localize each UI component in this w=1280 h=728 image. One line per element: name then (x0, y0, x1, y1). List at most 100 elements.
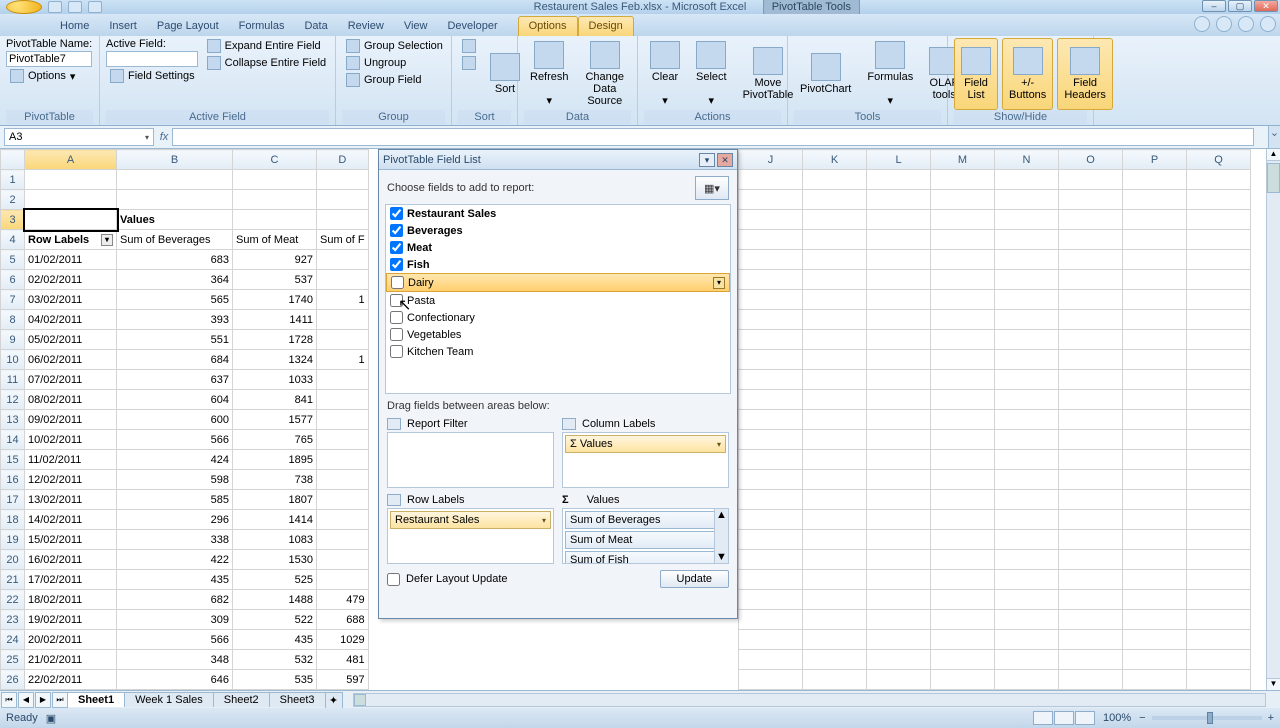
cell[interactable]: 1324 (233, 350, 317, 370)
cell[interactable] (1123, 230, 1187, 250)
cell[interactable] (1123, 430, 1187, 450)
clear-button[interactable]: Clear▾ (644, 38, 686, 110)
cell[interactable] (1187, 510, 1251, 530)
row-header[interactable]: 20 (1, 550, 25, 570)
cell[interactable] (1059, 210, 1123, 230)
cell[interactable] (803, 270, 867, 290)
sum-meat-header[interactable]: Sum of Meat (233, 230, 317, 250)
vertical-scrollbar[interactable]: ▲ ▼ (1266, 149, 1280, 690)
field-checkbox[interactable] (390, 328, 403, 341)
cell[interactable] (1187, 410, 1251, 430)
cell[interactable] (803, 350, 867, 370)
cell[interactable] (739, 290, 803, 310)
cell[interactable] (1059, 310, 1123, 330)
cell[interactable] (1187, 590, 1251, 610)
sort-asc-button[interactable] (458, 38, 480, 54)
cell[interactable] (1123, 270, 1187, 290)
cell[interactable]: 566 (117, 630, 233, 650)
cell[interactable] (803, 370, 867, 390)
field-checkbox[interactable] (390, 224, 403, 237)
field-checkbox[interactable] (390, 207, 403, 220)
sheet-nav-prev[interactable]: ◀ (18, 692, 34, 708)
cell[interactable] (317, 270, 369, 290)
view-pagebreak-button[interactable] (1075, 711, 1095, 725)
values-chip[interactable]: Sum of Meat▾ (565, 531, 726, 549)
cell[interactable]: 338 (117, 530, 233, 550)
cell[interactable]: 688 (317, 610, 369, 630)
cell[interactable]: 11/02/2011 (25, 450, 117, 470)
cell[interactable] (995, 670, 1059, 690)
cell[interactable] (1187, 210, 1251, 230)
col-header[interactable]: O (1059, 150, 1123, 170)
cell[interactable] (1059, 430, 1123, 450)
cell[interactable]: 435 (233, 630, 317, 650)
row-header[interactable]: 4 (1, 230, 25, 250)
cell[interactable] (739, 350, 803, 370)
cell[interactable]: 296 (117, 510, 233, 530)
sheet-tab[interactable]: Sheet1 (67, 692, 125, 707)
collapse-field-button[interactable]: Collapse Entire Field (203, 55, 331, 71)
row-header[interactable]: 2 (1, 190, 25, 210)
cell[interactable] (867, 630, 931, 650)
cell[interactable] (1187, 430, 1251, 450)
col-header[interactable]: Q (1187, 150, 1251, 170)
formula-expand-button[interactable]: ⌄ (1268, 126, 1280, 148)
cell[interactable] (739, 370, 803, 390)
cell[interactable] (931, 630, 995, 650)
cell[interactable] (739, 670, 803, 690)
cell[interactable]: 348 (117, 650, 233, 670)
cell[interactable]: 15/02/2011 (25, 530, 117, 550)
cell[interactable]: 841 (233, 390, 317, 410)
spreadsheet-grid[interactable]: A B C D 1 2 3Values 4 Row Labels▾ Sum of… (0, 149, 369, 690)
cell[interactable] (867, 230, 931, 250)
cell[interactable] (867, 610, 931, 630)
fx-icon[interactable]: fx (156, 131, 172, 143)
cell[interactable] (317, 330, 369, 350)
view-pagelayout-button[interactable] (1054, 711, 1074, 725)
cell[interactable]: 03/02/2011 (25, 290, 117, 310)
cell[interactable] (803, 450, 867, 470)
cell[interactable] (931, 210, 995, 230)
cell[interactable] (317, 370, 369, 390)
cell[interactable] (1187, 610, 1251, 630)
plusminus-buttons-button[interactable]: +/- Buttons (1002, 38, 1053, 110)
values-chip[interactable]: Sum of Fish▾ (565, 551, 726, 564)
cell[interactable] (931, 550, 995, 570)
row-header[interactable]: 14 (1, 430, 25, 450)
cell[interactable]: 1 (317, 290, 369, 310)
cell[interactable]: 683 (117, 250, 233, 270)
cell[interactable] (995, 470, 1059, 490)
cell[interactable] (1059, 230, 1123, 250)
cell[interactable] (803, 250, 867, 270)
row-header[interactable]: 26 (1, 670, 25, 690)
cell[interactable] (803, 510, 867, 530)
cell[interactable] (867, 450, 931, 470)
cell[interactable] (1059, 290, 1123, 310)
sort-desc-button[interactable] (458, 55, 480, 71)
col-header[interactable]: C (233, 150, 317, 170)
cell[interactable]: 14/02/2011 (25, 510, 117, 530)
field-item[interactable]: Kitchen Team (386, 343, 730, 360)
cell[interactable] (1059, 510, 1123, 530)
close-button[interactable]: ✕ (1254, 0, 1278, 12)
cell[interactable] (931, 350, 995, 370)
cell[interactable] (867, 510, 931, 530)
spreadsheet-grid-right[interactable]: JKLMNOPQ (738, 149, 1251, 690)
zoom-slider[interactable] (1152, 716, 1262, 720)
change-data-source-button[interactable]: Change Data Source (579, 38, 631, 110)
cell[interactable] (739, 590, 803, 610)
cell[interactable] (1059, 170, 1123, 190)
cell[interactable] (867, 310, 931, 330)
cell[interactable] (1187, 650, 1251, 670)
cell[interactable]: 598 (117, 470, 233, 490)
cell[interactable] (995, 450, 1059, 470)
field-item[interactable]: Pasta (386, 292, 730, 309)
row-header[interactable]: 16 (1, 470, 25, 490)
cell[interactable] (867, 650, 931, 670)
cell[interactable] (1187, 630, 1251, 650)
cell[interactable] (1187, 230, 1251, 250)
cell[interactable] (995, 490, 1059, 510)
cell[interactable] (931, 610, 995, 630)
cell[interactable]: 1807 (233, 490, 317, 510)
cell[interactable] (1123, 410, 1187, 430)
